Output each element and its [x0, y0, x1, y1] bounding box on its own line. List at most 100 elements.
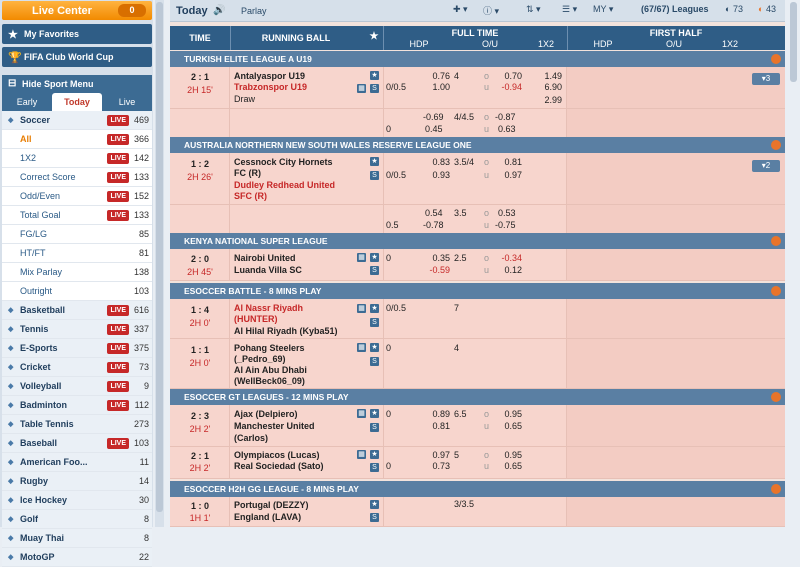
hdp-home-odds[interactable]: 0.83	[425, 157, 450, 167]
sport-menu-item[interactable]: ◆ Rugby 14	[2, 472, 152, 491]
favorite-star-icon[interactable]: ★	[370, 253, 379, 262]
streaming-icon[interactable]: S	[370, 318, 379, 327]
league-header[interactable]: ESOCCER BATTLE - 8 MINS PLAY	[170, 283, 785, 299]
favorite-star-icon[interactable]: ★	[370, 500, 379, 509]
stats-icon[interactable]: ▦	[357, 343, 366, 352]
hide-sport-menu-button[interactable]: ⊟ Hide Sport Menu	[2, 75, 152, 93]
odds-type-select[interactable]: MY ▾	[593, 4, 613, 15]
live-center-button[interactable]: Live Center 0	[2, 1, 152, 20]
stats-icon[interactable]: ▦	[357, 84, 366, 93]
sport-menu-item[interactable]: ◆ Volleyball LIVE 9	[2, 377, 152, 396]
over-odds[interactable]: 0.95	[498, 409, 522, 419]
parlay-link[interactable]: Parlay	[241, 6, 267, 16]
my-favorites-button[interactable]: ★ My Favorites	[2, 24, 152, 44]
sport-menu-item[interactable]: ◆ MotoGP 22	[2, 548, 152, 567]
collapse-league-icon[interactable]	[771, 140, 781, 150]
hdp-away-odds[interactable]: 1.00	[425, 82, 450, 92]
sidebar-scrollbar[interactable]	[155, 0, 164, 527]
soccer-market-item[interactable]: Mix Parlay 138	[2, 263, 152, 282]
streaming-icon[interactable]: S	[370, 423, 379, 432]
sport-menu-item[interactable]: ◆ Basketball LIVE 616	[2, 301, 152, 320]
under-odds[interactable]: 0.97	[498, 170, 522, 180]
league-header[interactable]: ESOCCER GT LEAGUES - 12 MINS PLAY	[170, 389, 785, 405]
club-world-cup-button[interactable]: 🏆 FIFA Club World Cup	[2, 47, 152, 67]
hdp-away-odds[interactable]: 0.81	[425, 421, 450, 431]
list-view-icon[interactable]: ☰ ▾	[562, 4, 577, 15]
over-odds[interactable]: -0.34	[495, 253, 522, 263]
favorite-star-icon[interactable]: ★	[370, 71, 379, 80]
1x2-home-odds[interactable]: 1.49	[540, 71, 562, 81]
collapse-league-icon[interactable]	[771, 54, 781, 64]
league-header[interactable]: KENYA NATIONAL SUPER LEAGUE	[170, 233, 785, 249]
soccer-market-item[interactable]: HT/FT 81	[2, 244, 152, 263]
over-odds[interactable]: -0.87	[495, 112, 522, 122]
more-bets-button[interactable]: ▾3	[752, 73, 780, 85]
under-odds[interactable]: 0.12	[498, 265, 522, 275]
under-odds[interactable]: 0.65	[498, 421, 522, 431]
over-odds[interactable]: 0.81	[498, 157, 522, 167]
soccer-market-item[interactable]: All LIVE 366	[2, 130, 152, 149]
1x2-away-odds[interactable]: 6.90	[540, 82, 562, 92]
over-odds[interactable]: 0.53	[498, 208, 522, 218]
favorite-star-icon[interactable]: ★	[370, 409, 379, 418]
collapse-league-icon[interactable]	[771, 484, 781, 494]
favorite-star-icon[interactable]: ★	[370, 343, 379, 352]
sport-menu-item[interactable]: ◆ Table Tennis 273	[2, 415, 152, 434]
soccer-market-item[interactable]: Correct Score LIVE 133	[2, 168, 152, 187]
tab-early[interactable]: Early	[2, 93, 52, 111]
streaming-icon[interactable]: S	[370, 84, 379, 93]
hdp-away-odds[interactable]: 0.45	[425, 124, 450, 134]
hdp-home-odds[interactable]: 0.35	[425, 253, 450, 263]
collapse-league-icon[interactable]	[771, 392, 781, 402]
sport-menu-item[interactable]: ◆ Cricket LIVE 73	[2, 358, 152, 377]
hdp-home-odds[interactable]: 0.54	[425, 208, 450, 218]
sport-menu-item[interactable]: ◆ Soccer LIVE 469	[2, 111, 152, 130]
hdp-away-odds[interactable]: -0.59	[423, 265, 450, 275]
stats-icon[interactable]: ▦	[357, 409, 366, 418]
more-bets-button[interactable]: ▾2	[752, 160, 780, 172]
stats-icon[interactable]: ▦	[357, 304, 366, 313]
soccer-market-item[interactable]: Outright 103	[2, 282, 152, 301]
favorite-star-icon[interactable]: ★	[370, 304, 379, 313]
under-odds[interactable]: 0.63	[498, 124, 522, 134]
sport-menu-item[interactable]: ◆ Tennis LIVE 337	[2, 320, 152, 339]
streaming-icon[interactable]: S	[370, 171, 379, 180]
over-odds[interactable]: 0.95	[498, 450, 522, 460]
sport-menu-item[interactable]: ◆ American Foo... 11	[2, 453, 152, 472]
sport-menu-item[interactable]: ◆ Muay Thai 8	[2, 529, 152, 548]
sport-menu-item[interactable]: ◆ Ice Hockey 30	[2, 491, 152, 510]
streaming-icon[interactable]: S	[370, 463, 379, 472]
favorite-star-icon[interactable]: ★	[370, 450, 379, 459]
soccer-market-item[interactable]: Odd/Even LIVE 152	[2, 187, 152, 206]
league-header[interactable]: TURKISH ELITE LEAGUE A U19	[170, 51, 785, 67]
add-icon[interactable]: ✚ ▾	[453, 4, 468, 15]
soccer-market-item[interactable]: 1X2 LIVE 142	[2, 149, 152, 168]
hdp-home-odds[interactable]: 0.89	[425, 409, 450, 419]
leagues-filter[interactable]: (67/67) Leagues	[641, 4, 709, 14]
under-odds[interactable]: -0.75	[495, 220, 522, 230]
streaming-icon[interactable]: S	[370, 357, 379, 366]
hdp-home-odds[interactable]: 0.97	[425, 450, 450, 460]
streaming-icon[interactable]: S	[370, 513, 379, 522]
tab-today[interactable]: Today	[52, 93, 102, 111]
speaker-icon[interactable]: 🔊	[213, 5, 225, 16]
scrollbar-thumb[interactable]	[790, 2, 797, 82]
over-odds[interactable]: 0.70	[498, 71, 522, 81]
league-header[interactable]: ESOCCER H2H GG LEAGUE - 8 MINS PLAY	[170, 481, 785, 497]
collapse-league-icon[interactable]	[771, 236, 781, 246]
sort-icon[interactable]: ⇅ ▾	[526, 4, 541, 15]
league-header[interactable]: AUSTRALIA NORTHERN NEW SOUTH WALES RESER…	[170, 137, 785, 153]
stats-icon[interactable]: ▦	[357, 450, 366, 459]
hdp-away-odds[interactable]: -0.78	[423, 220, 450, 230]
hdp-away-odds[interactable]: 0.73	[425, 461, 450, 471]
sport-menu-item[interactable]: ◆ Golf 8	[2, 510, 152, 529]
info-icon[interactable]: ⓘ ▾	[483, 4, 499, 17]
sport-menu-item[interactable]: ◆ Baseball LIVE 103	[2, 434, 152, 453]
collapse-league-icon[interactable]	[771, 286, 781, 296]
under-odds[interactable]: 0.65	[498, 461, 522, 471]
sport-menu-item[interactable]: ◆ Badminton LIVE 112	[2, 396, 152, 415]
hdp-home-odds[interactable]: -0.69	[423, 112, 450, 122]
under-odds[interactable]: -0.94	[495, 82, 522, 92]
streaming-icon[interactable]: S	[370, 266, 379, 275]
favorite-star-icon[interactable]: ★	[370, 157, 379, 166]
